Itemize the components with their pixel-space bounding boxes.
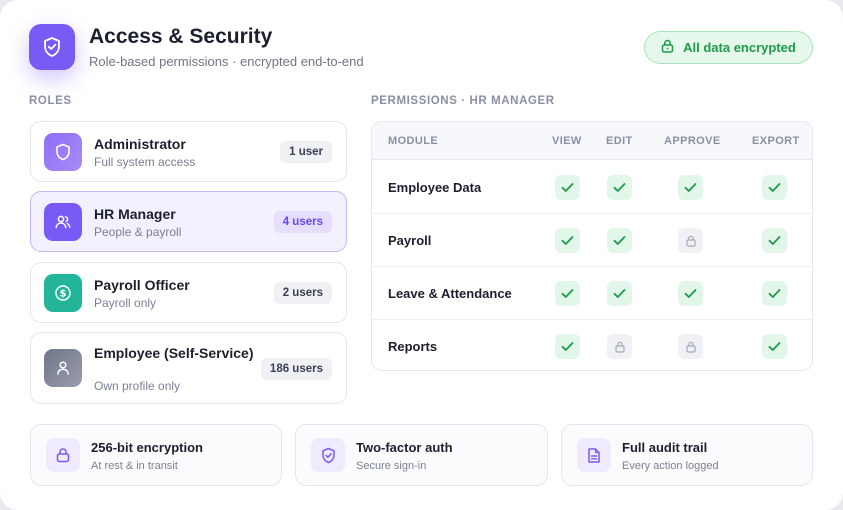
permission-row: Payroll xyxy=(372,214,812,267)
role-user-count: 4 users xyxy=(273,211,332,233)
lock-icon xyxy=(661,39,674,56)
permission-granted-check-icon[interactable] xyxy=(762,228,787,253)
encryption-badge-label: All data encrypted xyxy=(683,40,796,55)
shield-check-icon xyxy=(311,438,345,472)
feature-card-encryption: 256-bit encryption At rest & in transit xyxy=(30,424,282,486)
shield-icon xyxy=(44,133,82,171)
role-user-count: 2 users xyxy=(273,282,332,304)
role-name: Payroll Officer xyxy=(94,277,190,293)
document-icon xyxy=(577,438,611,472)
users-icon xyxy=(44,203,82,241)
permission-row: Reports xyxy=(372,320,812,370)
module-name: Leave & Attendance xyxy=(388,286,512,301)
role-name: HR Manager xyxy=(94,206,176,222)
role-item-hr-manager[interactable]: HR Manager People & payroll 4 users xyxy=(30,191,347,252)
page-subtitle: Role-based permissions · encrypted end-t… xyxy=(89,54,364,69)
permission-granted-check-icon[interactable] xyxy=(762,281,787,306)
feature-card-audit-trail: Full audit trail Every action logged xyxy=(561,424,813,486)
column-header-module: MODULE xyxy=(388,135,439,147)
access-security-card: Access & Security Role-based permissions… xyxy=(0,0,843,510)
module-name: Employee Data xyxy=(388,180,482,195)
permission-granted-check-icon[interactable] xyxy=(555,175,580,200)
permission-granted-check-icon[interactable] xyxy=(678,175,703,200)
column-header-view: VIEW xyxy=(552,135,582,147)
encryption-status-badge: All data encrypted xyxy=(644,31,813,64)
column-header-edit: EDIT xyxy=(606,135,633,147)
page-title: Access & Security xyxy=(89,25,273,48)
svg-text:$: $ xyxy=(60,289,67,300)
permissions-table-header: MODULE VIEW EDIT APPROVE EXPORT xyxy=(372,122,812,160)
lock-icon xyxy=(46,438,80,472)
role-user-count: 1 user xyxy=(280,141,332,163)
role-item-employee-self-service[interactable]: Employee (Self-Service) Own profile only… xyxy=(30,332,347,404)
role-description: Payroll only xyxy=(94,296,157,310)
column-header-approve: APPROVE xyxy=(664,135,721,147)
permission-granted-check-icon[interactable] xyxy=(607,175,632,200)
role-item-payroll-officer[interactable]: $ Payroll Officer Payroll only 2 users xyxy=(30,262,347,323)
permission-locked-lock-icon[interactable] xyxy=(678,228,703,253)
module-name: Reports xyxy=(388,339,438,354)
feature-description: At rest & in transit xyxy=(91,460,178,472)
feature-description: Secure sign-in xyxy=(356,460,427,472)
roles-section-label: ROLES xyxy=(29,95,72,107)
permission-row: Employee Data xyxy=(372,161,812,214)
role-name: Administrator xyxy=(94,136,186,152)
permission-locked-lock-icon[interactable] xyxy=(607,334,632,359)
module-name: Payroll xyxy=(388,233,432,248)
role-name: Employee (Self-Service) xyxy=(94,345,254,361)
feature-title: 256-bit encryption xyxy=(91,440,203,455)
permission-granted-check-icon[interactable] xyxy=(607,281,632,306)
permissions-section-label: PERMISSIONS · HR MANAGER xyxy=(371,95,555,107)
column-header-export: EXPORT xyxy=(752,135,800,147)
permission-locked-lock-icon[interactable] xyxy=(678,334,703,359)
permission-row: Leave & Attendance xyxy=(372,267,812,320)
feature-card-two-factor: Two-factor auth Secure sign-in xyxy=(295,424,548,486)
permission-granted-check-icon[interactable] xyxy=(678,281,703,306)
role-description: Own profile only xyxy=(94,379,181,393)
permission-granted-check-icon[interactable] xyxy=(555,228,580,253)
feature-title: Two-factor auth xyxy=(356,440,453,455)
feature-description: Every action logged xyxy=(622,460,719,472)
permission-granted-check-icon[interactable] xyxy=(762,175,787,200)
permission-granted-check-icon[interactable] xyxy=(555,334,580,359)
shield-check-icon xyxy=(29,24,75,70)
permission-granted-check-icon[interactable] xyxy=(555,281,580,306)
permission-granted-check-icon[interactable] xyxy=(762,334,787,359)
role-description: Full system access xyxy=(94,155,196,169)
user-icon xyxy=(44,349,82,387)
role-user-count: 186 users xyxy=(260,358,332,380)
permission-granted-check-icon[interactable] xyxy=(607,228,632,253)
role-description: People & payroll xyxy=(94,225,182,239)
dollar-icon: $ xyxy=(44,274,82,312)
permissions-table: MODULE VIEW EDIT APPROVE EXPORT Employee… xyxy=(371,121,813,371)
role-item-administrator[interactable]: Administrator Full system access 1 user xyxy=(30,121,347,182)
feature-title: Full audit trail xyxy=(622,440,708,455)
